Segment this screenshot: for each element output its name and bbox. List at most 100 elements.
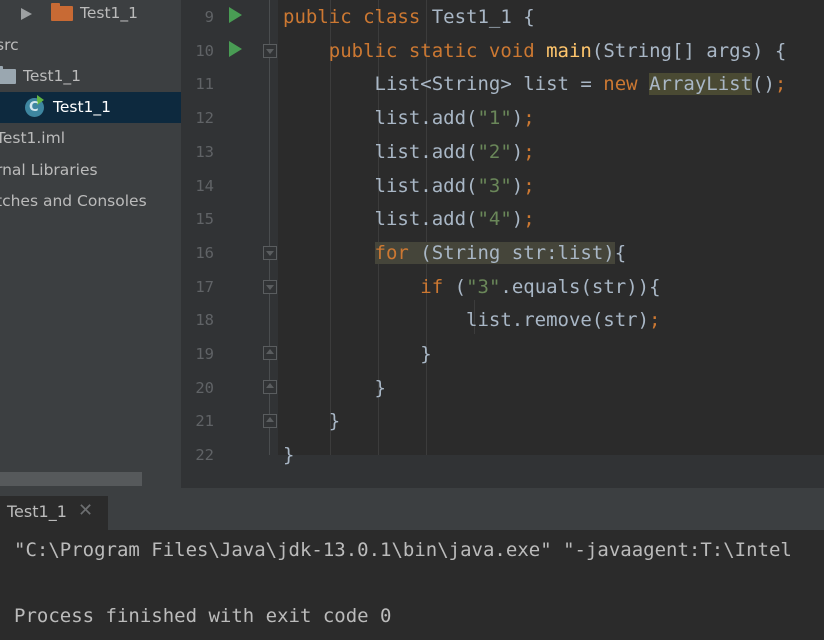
line-number: 13 bbox=[195, 142, 214, 161]
code-token: new bbox=[603, 73, 650, 96]
tree-item-label: Test1.iml bbox=[0, 129, 66, 147]
run-badge-icon bbox=[37, 95, 44, 105]
line-number: 16 bbox=[195, 243, 214, 262]
tree-item-label: src bbox=[0, 36, 19, 54]
fold-marker-icon[interactable] bbox=[263, 414, 277, 428]
code-token: ; bbox=[523, 174, 535, 197]
folder-icon bbox=[51, 3, 73, 21]
code-token: ; bbox=[774, 73, 787, 96]
code-line[interactable]: list.add("3"); bbox=[283, 169, 535, 203]
code-token: () bbox=[752, 73, 775, 96]
code-token: (String str:list) bbox=[420, 241, 615, 264]
code-line[interactable]: list.add("1"); bbox=[283, 101, 535, 135]
code-line[interactable]: } bbox=[283, 404, 340, 438]
tree-item-label: Test1_1 bbox=[23, 67, 81, 85]
code-token: } bbox=[283, 444, 295, 467]
run-tab-test1-1[interactable]: Test1_1 ✕ bbox=[0, 496, 108, 530]
code-token: ) bbox=[511, 107, 524, 130]
code-token: "3" bbox=[466, 275, 501, 298]
code-token: ) bbox=[511, 174, 524, 197]
code-token: ; bbox=[523, 140, 535, 163]
fold-marker-icon[interactable] bbox=[263, 346, 277, 360]
code-line[interactable]: list.remove(str); bbox=[283, 303, 661, 337]
code-line[interactable]: } bbox=[283, 438, 294, 472]
code-token: list.remove(str) bbox=[283, 309, 650, 332]
code-token: if bbox=[420, 275, 455, 298]
line-number: 10 bbox=[195, 41, 214, 60]
code-token: ( bbox=[454, 275, 467, 298]
console-line: Process finished with exit code 0 bbox=[14, 605, 392, 627]
code-token: "3" bbox=[477, 174, 512, 197]
project-tree-panel: Test1_1 src Test1_1 Test1_1 Test1.iml rn… bbox=[0, 0, 181, 488]
run-tool-window: Test1_1 ✕ "C:\Program Files\Java\jdk-13.… bbox=[0, 488, 824, 640]
java-class-icon bbox=[25, 92, 44, 123]
code-token: Test1_1 { bbox=[431, 6, 535, 28]
code-token: "4" bbox=[477, 208, 512, 231]
code-token: public class bbox=[283, 6, 432, 28]
code-token: list.add( bbox=[283, 107, 478, 130]
line-number: 14 bbox=[195, 176, 214, 195]
code-line[interactable]: list.add("2"); bbox=[283, 135, 535, 169]
code-token: ArrayList bbox=[649, 73, 753, 96]
code-token: main bbox=[546, 39, 592, 62]
code-line[interactable]: for (String str:list){ bbox=[283, 236, 626, 270]
code-token: "2" bbox=[477, 140, 512, 163]
editor-bottom-strip bbox=[181, 455, 824, 488]
line-number: 22 bbox=[195, 446, 214, 465]
fold-marker-icon[interactable] bbox=[263, 280, 277, 294]
code-line[interactable]: public class Test1_1 { bbox=[283, 0, 535, 34]
code-token: } bbox=[283, 343, 432, 365]
code-token: ; bbox=[523, 107, 535, 130]
code-token: List<String> list = bbox=[283, 73, 604, 96]
code-line[interactable]: List<String> list = new ArrayList(); bbox=[283, 67, 786, 101]
code-token: { bbox=[614, 241, 627, 264]
line-number: 12 bbox=[195, 109, 214, 128]
code-token: "1" bbox=[477, 107, 512, 130]
code-token: ; bbox=[649, 309, 661, 332]
line-number: 11 bbox=[195, 75, 214, 94]
code-token: ; bbox=[523, 208, 535, 231]
run-tab-bar: Test1_1 ✕ bbox=[0, 488, 824, 530]
package-folder-icon bbox=[0, 66, 16, 84]
code-token: list.add( bbox=[283, 208, 478, 231]
code-token: ) bbox=[511, 208, 524, 231]
run-class-icon[interactable] bbox=[229, 7, 242, 23]
tree-item-class-selected[interactable]: Test1_1 bbox=[0, 92, 181, 123]
line-number: 17 bbox=[195, 277, 214, 296]
run-main-icon[interactable] bbox=[229, 41, 242, 57]
fold-marker-icon[interactable] bbox=[263, 44, 277, 58]
console-line: "C:\Program Files\Java\jdk-13.0.1\bin\ja… bbox=[14, 539, 792, 561]
expand-arrow-icon[interactable] bbox=[21, 8, 32, 20]
code-line[interactable]: public static void main(String[] args) { bbox=[283, 34, 787, 68]
code-line[interactable]: if ("3".equals(str)){ bbox=[283, 270, 661, 304]
line-number: 19 bbox=[195, 345, 214, 363]
code-token: .equals(str)){ bbox=[500, 275, 661, 298]
close-icon[interactable]: ✕ bbox=[78, 500, 93, 521]
tree-item-label: Test1_1 bbox=[53, 98, 111, 116]
tree-item-label: rnal Libraries bbox=[0, 161, 98, 179]
line-number: 9 bbox=[204, 8, 214, 26]
tree-item-label: tches and Consoles bbox=[0, 192, 147, 210]
code-line[interactable]: } bbox=[283, 337, 432, 371]
code-token: for bbox=[374, 241, 421, 264]
code-token: ) bbox=[511, 140, 524, 163]
code-token: public static void bbox=[283, 39, 547, 62]
code-token: } bbox=[283, 376, 386, 399]
code-token: (String[] args) { bbox=[591, 39, 787, 62]
line-number: 18 bbox=[195, 311, 214, 330]
tree-item-label: Test1_1 bbox=[80, 4, 138, 22]
fold-marker-icon[interactable] bbox=[263, 246, 277, 260]
code-line[interactable]: } bbox=[283, 371, 386, 405]
horizontal-scrollbar[interactable] bbox=[0, 472, 142, 486]
code-token: list.add( bbox=[283, 174, 478, 197]
code-token: } bbox=[283, 410, 341, 433]
code-line[interactable]: list.add("4"); bbox=[283, 202, 535, 236]
code-token: list.add( bbox=[283, 140, 478, 163]
line-number: 15 bbox=[195, 210, 214, 229]
line-number: 20 bbox=[195, 378, 214, 397]
fold-marker-icon[interactable] bbox=[263, 380, 277, 394]
line-number: 21 bbox=[195, 412, 214, 431]
run-tab-label: Test1_1 bbox=[7, 502, 67, 521]
